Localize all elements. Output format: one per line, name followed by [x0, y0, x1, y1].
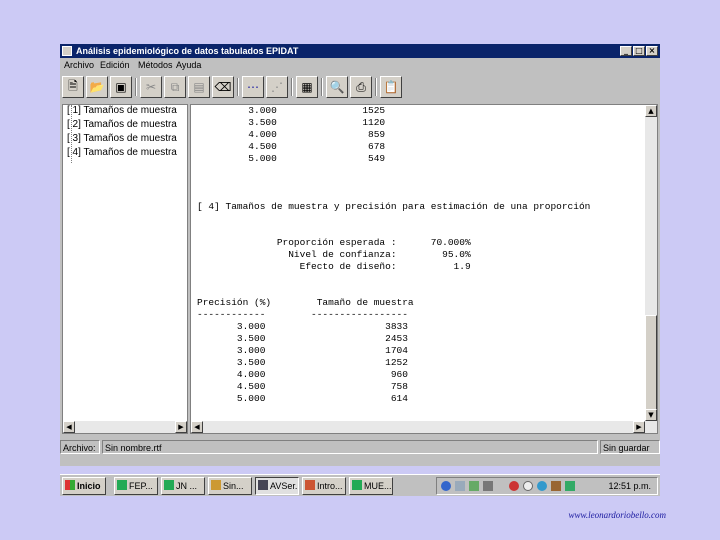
paste-icon[interactable]: ▤ [188, 76, 210, 98]
task-label: Intro... [317, 481, 343, 491]
network-icon[interactable] [441, 481, 451, 491]
task-button-1[interactable]: FEP... [114, 477, 158, 495]
windows-logo-icon [65, 480, 75, 490]
clock[interactable]: 12:51 p.m. [608, 478, 651, 494]
status-label: Archivo: [60, 440, 100, 454]
tree-item-2[interactable]: [ 2] Tamaños de muestra [67, 119, 177, 130]
eraser-icon[interactable]: ⌫ [212, 76, 234, 98]
k-icon[interactable] [523, 481, 533, 491]
toolbar: 🗎 📂 ▣ ✂ ⧉ ▤ ⌫ ⋯ ⋰ ▦ 🔍 ⎙ 📋 [60, 74, 660, 102]
task-button-6[interactable]: MUE... [349, 477, 393, 495]
antivirus-icon[interactable] [469, 481, 479, 491]
footer-url: www.leonardoriobello.com [568, 510, 667, 520]
tree-item-1[interactable]: [ 1] Tamaños de muestra [67, 105, 177, 116]
menu-edicion[interactable]: Edición [100, 58, 130, 72]
tree-item-4[interactable]: [ 4] Tamaños de muestra [67, 147, 177, 158]
menu-archivo[interactable]: Archivo [64, 58, 94, 72]
status-save-state: Sin guardar [600, 440, 660, 454]
menu-metodos[interactable]: Métodos [138, 58, 173, 72]
update-icon[interactable] [565, 481, 575, 491]
globe-icon[interactable] [537, 481, 547, 491]
tree-item-3[interactable]: [ 3] Tamaños de muestra [67, 133, 177, 144]
app-icon [117, 480, 127, 490]
output-vertical-scrollbar[interactable]: ▲ ▼ [645, 105, 657, 433]
app-icon [211, 480, 221, 490]
app-icon [164, 480, 174, 490]
status-bar: Archivo: Sin nombre.rtf Sin guardar [60, 440, 660, 456]
link-icon[interactable]: ⋯ [242, 76, 264, 98]
task-button-5[interactable]: Intro... [302, 477, 346, 495]
task-label: MUE... [364, 481, 392, 491]
minimize-button[interactable]: _ [620, 46, 632, 56]
scroll-left-icon[interactable]: ◀ [63, 421, 75, 433]
task-button-3[interactable]: Sin... [208, 477, 252, 495]
scroll-right-icon[interactable]: ▶ [633, 421, 645, 433]
preview-icon[interactable]: 🔍 [326, 76, 348, 98]
task-label: AVSer... [270, 481, 298, 491]
start-button[interactable]: Inicio [62, 477, 106, 495]
scroll-left-icon[interactable]: ◀ [191, 421, 203, 433]
device-icon[interactable] [551, 481, 561, 491]
epidat-window: Análisis epidemiológico de datos tabulad… [60, 44, 660, 466]
taskbar: Inicio FEP... JN ... Sin... AVSer... Int… [60, 474, 660, 496]
task-button-2[interactable]: JN ... [161, 477, 205, 495]
scroll-up-icon[interactable]: ▲ [645, 105, 657, 117]
maximize-button[interactable]: □ [633, 46, 645, 56]
task-label: JN ... [176, 481, 198, 491]
output-text: 3.000 1525 3.500 1120 4.000 859 4.500 67… [197, 105, 591, 404]
window-title: Análisis epidemiológico de datos tabulad… [76, 46, 299, 56]
new-document-icon[interactable]: 🗎 [62, 76, 84, 98]
speaker-icon[interactable] [483, 481, 493, 491]
task-label: Sin... [223, 481, 244, 491]
title-bar[interactable]: Análisis epidemiológico de datos tabulad… [60, 44, 660, 58]
close-button[interactable]: × [646, 46, 658, 56]
output-horizontal-scrollbar[interactable]: ◀ ▶ [191, 421, 645, 433]
save-disk-icon[interactable]: ▣ [110, 76, 132, 98]
calculator-icon[interactable]: ▦ [296, 76, 318, 98]
scroll-right-icon[interactable]: ▶ [175, 421, 187, 433]
status-filename: Sin nombre.rtf [102, 440, 598, 454]
report-icon[interactable]: 📋 [380, 76, 402, 98]
tree-pane: [ 1] Tamaños de muestra [ 2] Tamaños de … [62, 104, 188, 434]
app-icon [352, 480, 362, 490]
start-label: Inicio [77, 481, 101, 491]
open-folder-icon[interactable]: 📂 [86, 76, 108, 98]
output-pane[interactable]: 3.000 1525 3.500 1120 4.000 859 4.500 67… [190, 104, 658, 434]
app-icon [305, 480, 315, 490]
tree-horizontal-scrollbar[interactable]: ◀ ▶ [63, 421, 187, 433]
copy-icon[interactable]: ⧉ [164, 76, 186, 98]
task-button-4[interactable]: AVSer... [255, 477, 299, 495]
unlink-icon[interactable]: ⋰ [266, 76, 288, 98]
cut-icon[interactable]: ✂ [140, 76, 162, 98]
task-label: FEP... [129, 481, 153, 491]
menu-bar: Archivo Edición Métodos Ayuda [60, 58, 660, 72]
app-icon[interactable] [62, 46, 72, 56]
security-icon[interactable] [509, 481, 519, 491]
menu-ayuda[interactable]: Ayuda [176, 58, 201, 72]
system-tray: 12:51 p.m. [436, 477, 658, 495]
monitor-icon[interactable] [455, 481, 465, 491]
scroll-thumb[interactable] [645, 315, 657, 419]
printer-icon[interactable]: ⎙ [350, 76, 372, 98]
scroll-down-icon[interactable]: ▼ [645, 409, 657, 421]
app-icon [258, 480, 268, 490]
